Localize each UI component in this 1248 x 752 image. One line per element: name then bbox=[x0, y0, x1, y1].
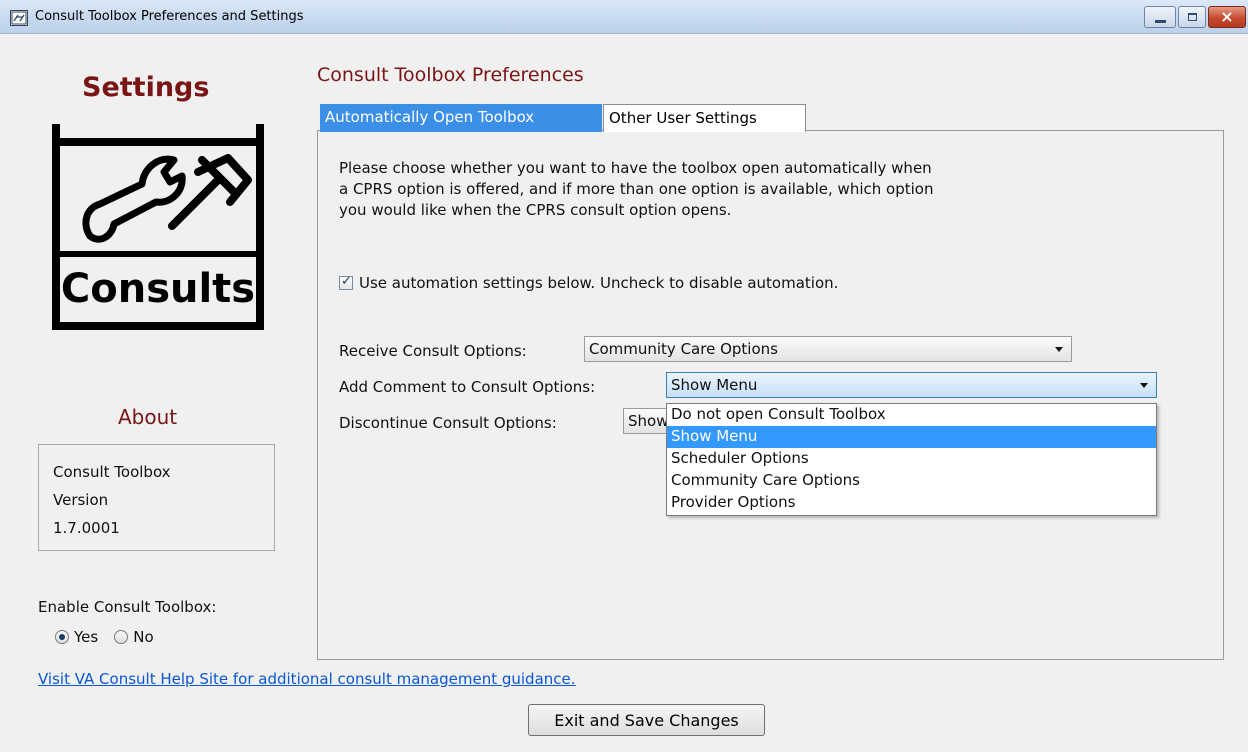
discontinue-consult-value: Show Menu bbox=[628, 412, 669, 430]
dropdown-option-selected[interactable]: Show Menu bbox=[667, 426, 1156, 448]
minimize-button[interactable] bbox=[1144, 6, 1176, 28]
about-title: About bbox=[118, 405, 178, 429]
add-comment-select[interactable]: Show Menu bbox=[666, 372, 1157, 398]
about-version-label: Version bbox=[53, 491, 109, 509]
receive-consult-label: Receive Consult Options: bbox=[339, 342, 527, 360]
automation-checkbox-label: Use automation settings below. Uncheck t… bbox=[359, 274, 839, 292]
add-comment-label: Add Comment to Consult Options: bbox=[339, 378, 596, 396]
automation-checkbox[interactable] bbox=[339, 274, 353, 290]
chevron-down-icon bbox=[1055, 347, 1063, 352]
close-button[interactable]: × bbox=[1208, 6, 1246, 28]
discontinue-consult-label: Discontinue Consult Options: bbox=[339, 414, 557, 432]
about-version-number: 1.7.0001 bbox=[53, 519, 120, 537]
enable-yes-option[interactable]: Yes bbox=[55, 628, 98, 646]
automation-checkbox-row[interactable]: Use automation settings below. Uncheck t… bbox=[339, 274, 838, 292]
instructions-line-3: you would like when the CPRS consult opt… bbox=[339, 201, 732, 219]
dropdown-option[interactable]: Community Care Options bbox=[667, 470, 1156, 492]
enable-toolbox-label: Enable Consult Toolbox: bbox=[38, 598, 217, 616]
tab-automatically-open-toolbox[interactable]: Automatically Open Toolbox bbox=[320, 104, 602, 132]
radio-yes-label: Yes bbox=[74, 628, 99, 646]
enable-no-option[interactable]: No bbox=[114, 628, 154, 646]
enable-toolbox-radio-group: Yes No bbox=[55, 628, 154, 646]
chevron-down-icon bbox=[1140, 383, 1148, 388]
app-icon bbox=[10, 10, 28, 26]
dropdown-option[interactable]: Provider Options bbox=[667, 492, 1156, 514]
about-product: Consult Toolbox bbox=[53, 463, 171, 481]
dropdown-option[interactable]: Do not open Consult Toolbox bbox=[667, 404, 1156, 426]
title-bar: Consult Toolbox Preferences and Settings… bbox=[0, 0, 1248, 34]
radio-yes[interactable] bbox=[55, 630, 69, 644]
consults-logo: Consults bbox=[52, 124, 264, 332]
add-comment-value: Show Menu bbox=[671, 376, 758, 394]
about-box: Consult Toolbox Version 1.7.0001 bbox=[38, 444, 275, 551]
instructions-line-2: a CPRS option is offered, and if more th… bbox=[339, 180, 934, 198]
add-comment-dropdown-list: Do not open Consult Toolbox Show Menu Sc… bbox=[666, 403, 1157, 516]
radio-no[interactable] bbox=[114, 630, 129, 644]
toolbox-logo-icon: Consults bbox=[52, 124, 264, 330]
help-site-link[interactable]: Visit VA Consult Help Site for additiona… bbox=[38, 670, 576, 688]
preferences-title: Consult Toolbox Preferences bbox=[317, 64, 584, 86]
dropdown-option[interactable]: Scheduler Options bbox=[667, 448, 1156, 470]
minimize-icon bbox=[1145, 7, 1175, 27]
receive-consult-select[interactable]: Community Care Options bbox=[584, 336, 1072, 362]
tab-other-user-settings[interactable]: Other User Settings bbox=[603, 104, 806, 132]
logo-label: Consults bbox=[61, 266, 255, 312]
settings-title: Settings bbox=[82, 72, 210, 103]
maximize-icon bbox=[1179, 7, 1205, 27]
radio-no-label: No bbox=[133, 628, 154, 646]
window-title: Consult Toolbox Preferences and Settings bbox=[35, 9, 304, 24]
maximize-button[interactable] bbox=[1178, 6, 1206, 28]
discontinue-consult-select[interactable]: Show Menu bbox=[623, 408, 669, 434]
exit-and-save-button[interactable]: Exit and Save Changes bbox=[528, 704, 765, 736]
receive-consult-value: Community Care Options bbox=[589, 340, 778, 358]
instructions-text: Please choose whether you want to have t… bbox=[339, 158, 1119, 221]
close-icon: × bbox=[1220, 7, 1234, 26]
instructions-line-1: Please choose whether you want to have t… bbox=[339, 159, 932, 177]
